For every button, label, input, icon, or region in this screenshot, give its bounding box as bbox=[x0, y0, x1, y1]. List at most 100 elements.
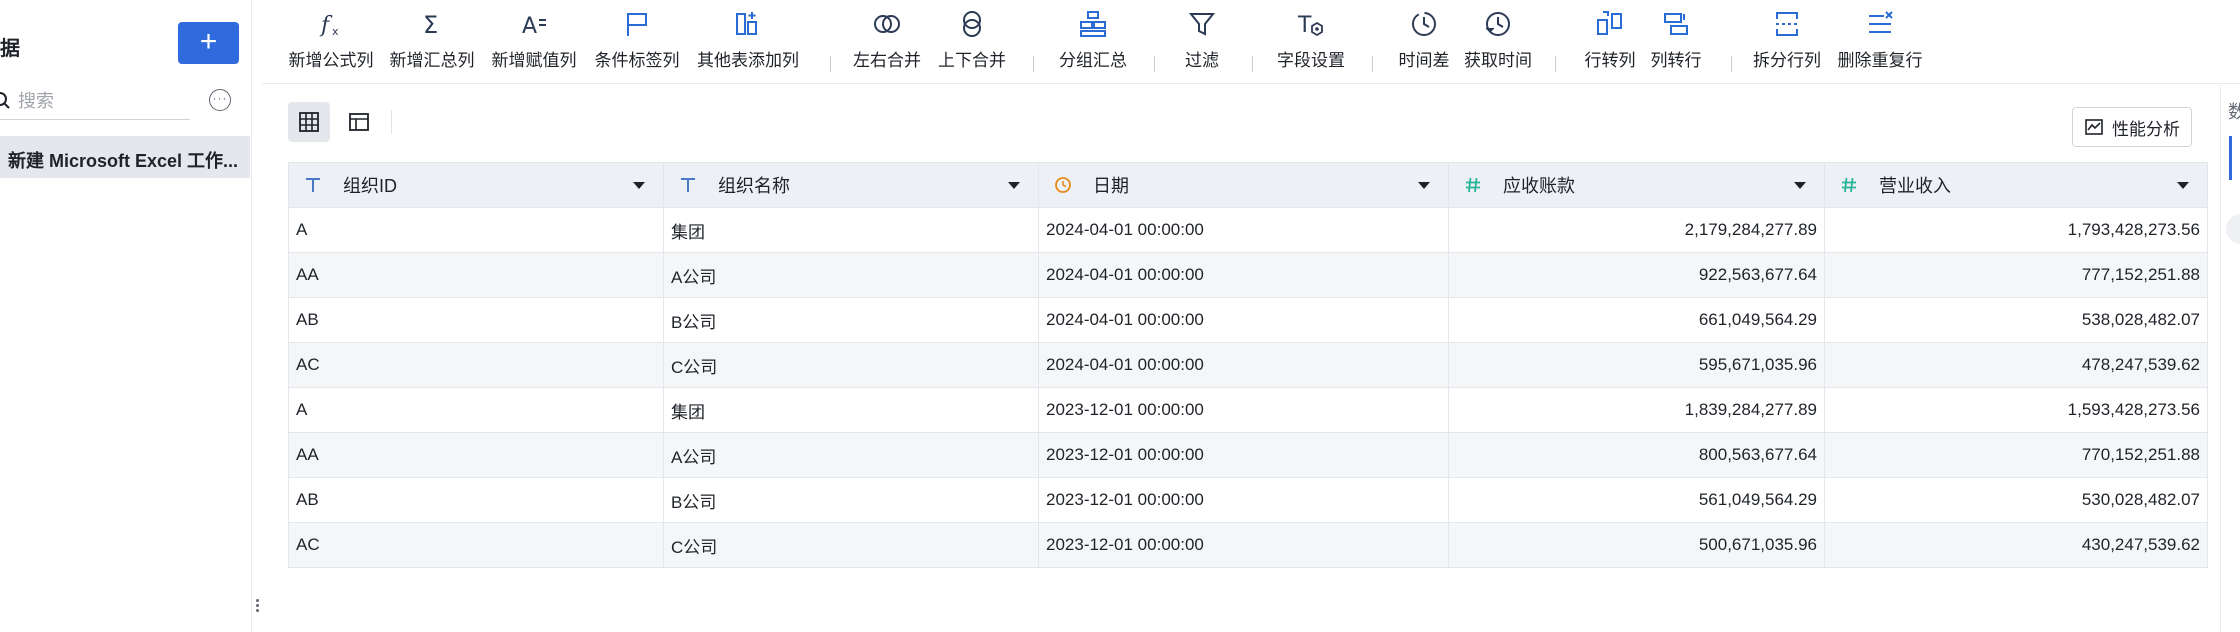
table-cell[interactable]: A公司 bbox=[663, 432, 1039, 478]
text-type-icon bbox=[303, 175, 323, 195]
toolbar-button-label: 字段设置 bbox=[1277, 51, 1345, 70]
formula-icon: fx bbox=[319, 13, 339, 38]
get-time-icon bbox=[1485, 12, 1510, 36]
toolbar-button-label: 获取时间 bbox=[1464, 51, 1532, 70]
table-cell[interactable]: 922,563,677.64 bbox=[1448, 252, 1825, 298]
table-cell[interactable]: 430,247,539.62 bbox=[1824, 522, 2208, 568]
toolbar-button-label: 列转行 bbox=[1650, 51, 1702, 70]
toolbar: f x 新增公式列 Σ 新增汇总列 A 新增赋值列 条件标签列 其他表添加列 左右合并 上下合并 分组… bbox=[262, 0, 2240, 84]
performance-analysis-button[interactable]: 性能分析 bbox=[2072, 107, 2192, 147]
table-row: A 集团 2024-04-01 00:00:00 2,179,284,277.89 1,… bbox=[288, 207, 2208, 253]
column-header[interactable]: 应收账款 bbox=[1448, 162, 1825, 208]
view-divider bbox=[391, 110, 392, 134]
column-header-label: 组织ID bbox=[343, 176, 397, 196]
dedupe-icon bbox=[1869, 11, 1893, 33]
table-cell[interactable]: 800,563,677.64 bbox=[1448, 432, 1825, 478]
field-settings-icon: T bbox=[1297, 13, 1323, 38]
sidebar: 据 + ··· 新建 Microsoft Excel 工作... bbox=[0, 0, 252, 632]
table-cell[interactable]: 500,671,035.96 bbox=[1448, 522, 1825, 568]
table-row: AC C公司 2024-04-01 00:00:00 595,671,035.96 47… bbox=[288, 342, 2208, 388]
performance-analysis-label: 性能分析 bbox=[2112, 119, 2180, 139]
table-cell[interactable]: AB bbox=[288, 297, 664, 343]
number-type-icon bbox=[1463, 175, 1483, 195]
table-cell[interactable]: A bbox=[288, 207, 664, 253]
group-icon bbox=[1080, 11, 1106, 37]
table-cell[interactable]: C公司 bbox=[663, 342, 1039, 388]
search-input[interactable] bbox=[18, 88, 188, 114]
table-body: A 集团 2024-04-01 00:00:00 2,179,284,277.89 1,… bbox=[288, 207, 2208, 568]
grid-icon bbox=[299, 112, 319, 132]
column-header-label: 应收账款 bbox=[1503, 176, 1575, 196]
toolbar-button-label: 其他表添加列 bbox=[697, 51, 799, 70]
assign-icon: A bbox=[522, 14, 546, 39]
column-header[interactable]: 日期 bbox=[1038, 162, 1449, 208]
table-cell[interactable]: 561,049,564.29 bbox=[1448, 477, 1825, 523]
column-header[interactable]: 营业收入 bbox=[1824, 162, 2208, 208]
table-cell[interactable]: AC bbox=[288, 522, 664, 568]
more-icon[interactable]: ··· bbox=[209, 89, 231, 111]
table-cell[interactable]: 2024-04-01 00:00:00 bbox=[1038, 297, 1449, 343]
table-cell[interactable]: AB bbox=[288, 477, 664, 523]
column-header[interactable]: 组织ID bbox=[288, 162, 664, 208]
table-cell[interactable]: 集团 bbox=[663, 207, 1039, 253]
table-cell[interactable]: 集团 bbox=[663, 387, 1039, 433]
table-cell[interactable]: A bbox=[288, 387, 664, 433]
table-cell[interactable]: 2023-12-01 00:00:00 bbox=[1038, 432, 1449, 478]
table-cell[interactable]: 595,671,035.96 bbox=[1448, 342, 1825, 388]
table-cell[interactable]: 1,593,428,273.56 bbox=[1824, 387, 2208, 433]
table-cell[interactable]: B公司 bbox=[663, 297, 1039, 343]
table-cell[interactable]: 478,247,539.62 bbox=[1824, 342, 2208, 388]
table-cell[interactable]: 661,049,564.29 bbox=[1448, 297, 1825, 343]
toolbar-divider bbox=[1555, 56, 1556, 72]
table-cell[interactable]: 538,028,482.07 bbox=[1824, 297, 2208, 343]
flag-icon bbox=[627, 13, 647, 36]
toolbar-divider bbox=[830, 56, 831, 72]
chevron-down-icon[interactable] bbox=[1008, 182, 1020, 189]
table-cell[interactable]: 2024-04-01 00:00:00 bbox=[1038, 342, 1449, 388]
table-cell[interactable]: 2024-04-01 00:00:00 bbox=[1038, 252, 1449, 298]
table-row: AA A公司 2024-04-01 00:00:00 922,563,677.64 77… bbox=[288, 252, 2208, 298]
svg-text:A: A bbox=[522, 14, 537, 39]
sidebar-item-label: 新建 Microsoft Excel 工作... bbox=[8, 151, 239, 171]
sidebar-search bbox=[0, 82, 190, 120]
table-cell[interactable]: AA bbox=[288, 252, 664, 298]
table-cell[interactable]: 1,839,284,277.89 bbox=[1448, 387, 1825, 433]
data-table: 组织ID 组织名称 日期 应收账款 营业收入 A 集团 2024-04-01 00:00:0… bbox=[288, 162, 2208, 568]
table-cell[interactable]: 2023-12-01 00:00:00 bbox=[1038, 522, 1449, 568]
table-cell[interactable]: 2024-04-01 00:00:00 bbox=[1038, 207, 1449, 253]
pivot-view-button[interactable] bbox=[338, 102, 380, 142]
grid-view-button[interactable] bbox=[288, 102, 330, 142]
add-dataset-button[interactable]: + bbox=[178, 22, 239, 64]
table-cell[interactable]: 2,179,284,277.89 bbox=[1448, 207, 1825, 253]
column-to-row-icon bbox=[1664, 13, 1688, 35]
chevron-down-icon[interactable] bbox=[1418, 182, 1430, 189]
toolbar-button-dedupe[interactable]: 删除重复行 bbox=[1805, 8, 1955, 78]
chevron-down-icon[interactable] bbox=[1794, 182, 1806, 189]
add-column-icon bbox=[736, 12, 757, 35]
table-cell[interactable]: B公司 bbox=[663, 477, 1039, 523]
table-cell[interactable]: 2023-12-01 00:00:00 bbox=[1038, 477, 1449, 523]
table-cell[interactable]: C公司 bbox=[663, 522, 1039, 568]
sidebar-item-file[interactable]: 新建 Microsoft Excel 工作... bbox=[0, 136, 250, 178]
chevron-down-icon[interactable] bbox=[2177, 182, 2189, 189]
table-cell[interactable]: A公司 bbox=[663, 252, 1039, 298]
toolbar-button-label: 分组汇总 bbox=[1059, 51, 1127, 70]
chevron-down-icon[interactable] bbox=[633, 182, 645, 189]
toolbar-button-add-column[interactable]: 其他表添加列 bbox=[673, 8, 823, 78]
right-panel-tab[interactable]: 数 bbox=[2228, 98, 2240, 124]
table-cell[interactable]: 530,028,482.07 bbox=[1824, 477, 2208, 523]
toolbar-divider bbox=[1033, 56, 1034, 72]
sidebar-resize-handle[interactable] bbox=[253, 597, 261, 621]
column-header[interactable]: 组织名称 bbox=[663, 162, 1039, 208]
date-type-icon bbox=[1053, 175, 1073, 195]
column-header-label: 组织名称 bbox=[718, 176, 790, 196]
filter-icon bbox=[1188, 13, 1216, 36]
table-header-row: 组织ID 组织名称 日期 应收账款 营业收入 bbox=[288, 162, 2208, 208]
table-cell[interactable]: 770,152,251.88 bbox=[1824, 432, 2208, 478]
table-cell[interactable]: 777,152,251.88 bbox=[1824, 252, 2208, 298]
table-cell[interactable]: 1,793,428,273.56 bbox=[1824, 207, 2208, 253]
table-cell[interactable]: AA bbox=[288, 432, 664, 478]
table-cell[interactable]: 2023-12-01 00:00:00 bbox=[1038, 387, 1449, 433]
number-type-icon bbox=[1839, 175, 1859, 195]
table-cell[interactable]: AC bbox=[288, 342, 664, 388]
